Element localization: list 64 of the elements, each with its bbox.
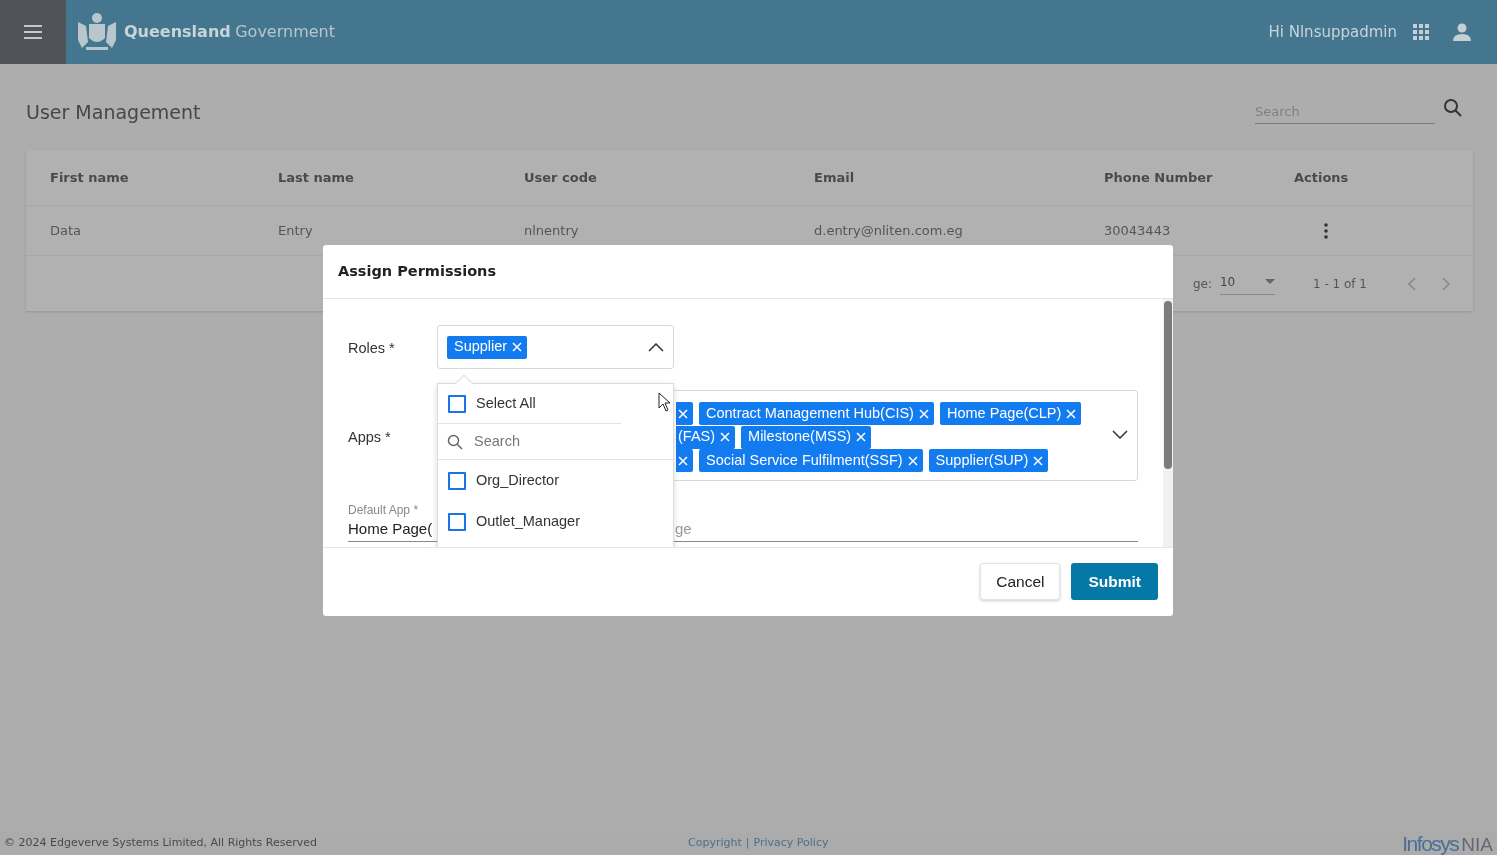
copyright-text: © 2024 Edgeverve Systems Limited, All Rights Reserved <box>4 835 318 852</box>
page-title: User Management <box>26 99 201 125</box>
column-header: Phone Number <box>1104 168 1214 187</box>
column-header: User code <box>524 168 598 187</box>
brand-name: Queensland <box>124 22 231 41</box>
table-cell-text: Entry <box>278 221 314 240</box>
footer-link[interactable]: Privacy Policy <box>753 835 829 852</box>
remove-icon[interactable] <box>856 432 867 443</box>
search-icon <box>447 433 463 450</box>
apps-grid-icon[interactable] <box>1413 24 1429 40</box>
roles-select[interactable]: Supplier <box>437 325 674 369</box>
page-size-label: ge: <box>1192 275 1212 293</box>
search-icon[interactable] <box>1443 98 1463 118</box>
user-icon[interactable] <box>1453 23 1471 41</box>
cancel-button[interactable]: Cancel <box>980 563 1061 600</box>
column-header: First name <box>50 168 130 187</box>
app-tag[interactable] <box>676 402 693 426</box>
chevron-up-icon[interactable] <box>648 342 664 352</box>
menu-icon <box>24 25 42 39</box>
app-tag[interactable]: Supplier(SUP) <box>928 449 1049 473</box>
logo-text: Infosys <box>1402 833 1459 854</box>
remove-icon[interactable] <box>918 408 929 419</box>
logo-suffix: NIA <box>1461 835 1493 854</box>
page-range: 1 - 1 of 1 <box>1312 275 1367 293</box>
app-tag[interactable]: Social Service Fulfilment(SSF) <box>699 449 923 473</box>
field-label: Apps * <box>348 428 391 447</box>
checkbox[interactable] <box>448 512 466 531</box>
app-tag[interactable]: Home Page(CLP) <box>939 402 1082 426</box>
table-cell-text: d.entry@nliten.com.eg <box>814 221 964 240</box>
column-header: Email <box>814 168 856 187</box>
app-tag[interactable]: Milestone(MSS) <box>741 425 872 449</box>
field-label: Roles * <box>348 339 395 358</box>
app-tag[interactable]: Contract Management Hub(CIS) <box>699 402 934 426</box>
column-header: Last name <box>278 168 355 187</box>
remove-icon[interactable] <box>1033 455 1044 466</box>
menu-search-field[interactable]: Search <box>472 429 642 454</box>
remove-icon[interactable] <box>512 342 523 352</box>
chevron-down-icon[interactable] <box>1112 430 1128 439</box>
table-cell-text: 30043443 <box>1104 221 1172 240</box>
dialog-title: Assign Permissions <box>338 261 497 281</box>
table-cell-text: Data <box>50 221 83 240</box>
dropdown-caret-icon <box>1264 279 1275 284</box>
remove-icon[interactable] <box>678 455 688 466</box>
role-tag[interactable]: Supplier <box>447 335 528 359</box>
submit-button[interactable]: Submit <box>1071 563 1158 600</box>
table-cell-text: nlnentry <box>524 221 580 240</box>
remove-icon[interactable] <box>678 408 688 419</box>
remove-icon[interactable] <box>907 455 918 466</box>
checkbox[interactable] <box>448 471 466 490</box>
app-tag[interactable]: (FAS) <box>676 425 736 449</box>
app-tag[interactable] <box>676 449 693 473</box>
column-header: Actions <box>1294 168 1350 187</box>
remove-icon[interactable] <box>720 432 731 443</box>
more-options-icon[interactable] <box>1324 222 1328 239</box>
separator-text: | <box>745 835 750 852</box>
footer-link[interactable]: Copyright <box>688 835 742 852</box>
field-label: Default App * <box>348 502 419 519</box>
brand-subtitle: Government <box>235 22 335 41</box>
select-all-option[interactable]: Select All <box>438 384 621 424</box>
checkbox[interactable] <box>448 394 466 413</box>
greeting-text: Hi Nlnsuppadmin <box>1268 21 1397 43</box>
remove-icon[interactable] <box>1066 408 1077 419</box>
menu-button[interactable] <box>0 0 66 64</box>
page-size-select[interactable]: 10 <box>1219 272 1275 295</box>
